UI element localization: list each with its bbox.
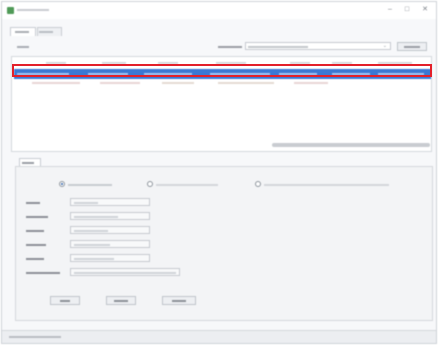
text-placeholder (218, 46, 242, 48)
text-placeholder (114, 300, 128, 302)
text-placeholder (26, 202, 40, 204)
highlight-outline (12, 64, 432, 77)
text-placeholder (68, 184, 112, 186)
text-placeholder (74, 258, 114, 260)
row-text-placeholder (218, 82, 274, 84)
title-bar: – □ ✕ (2, 2, 436, 19)
option-1[interactable] (59, 181, 112, 188)
horizontal-scrollbar[interactable] (272, 143, 430, 147)
text-placeholder (172, 300, 186, 302)
text-placeholder (74, 202, 98, 204)
text-placeholder (26, 244, 46, 246)
maximize-button[interactable]: □ (401, 5, 413, 15)
application-window: – □ ✕ ⌄ (1, 1, 437, 344)
text-placeholder (74, 272, 176, 274)
radio-icon[interactable] (255, 181, 261, 187)
row-text-placeholder (32, 82, 80, 84)
text-placeholder (39, 31, 53, 33)
radio-checked-icon[interactable] (59, 181, 65, 187)
text-placeholder (26, 216, 48, 218)
text-placeholder (17, 9, 49, 11)
option-2[interactable] (147, 181, 218, 188)
chevron-down-icon: ⌄ (382, 43, 387, 49)
text-placeholder (404, 46, 420, 48)
text-placeholder (74, 244, 110, 246)
row-text-placeholder (294, 82, 328, 84)
text-placeholder (26, 258, 44, 260)
radio-icon[interactable] (147, 181, 153, 187)
app-icon (7, 7, 14, 14)
option-3[interactable] (255, 181, 389, 188)
text-placeholder (26, 272, 60, 274)
text-placeholder (74, 230, 108, 232)
status-bar (2, 330, 436, 343)
row-text-placeholder (162, 82, 194, 84)
minimize-button[interactable]: – (384, 5, 396, 15)
close-button[interactable]: ✕ (419, 5, 431, 15)
text-placeholder (15, 31, 29, 33)
text-placeholder (26, 230, 44, 232)
text-placeholder (248, 46, 308, 48)
row-text-placeholder (100, 82, 140, 84)
text-placeholder (22, 162, 34, 164)
text-placeholder (74, 216, 118, 218)
text-placeholder (17, 46, 29, 48)
text-placeholder (264, 184, 389, 186)
text-placeholder (60, 300, 70, 302)
text-placeholder (9, 336, 61, 338)
text-placeholder (156, 184, 218, 186)
